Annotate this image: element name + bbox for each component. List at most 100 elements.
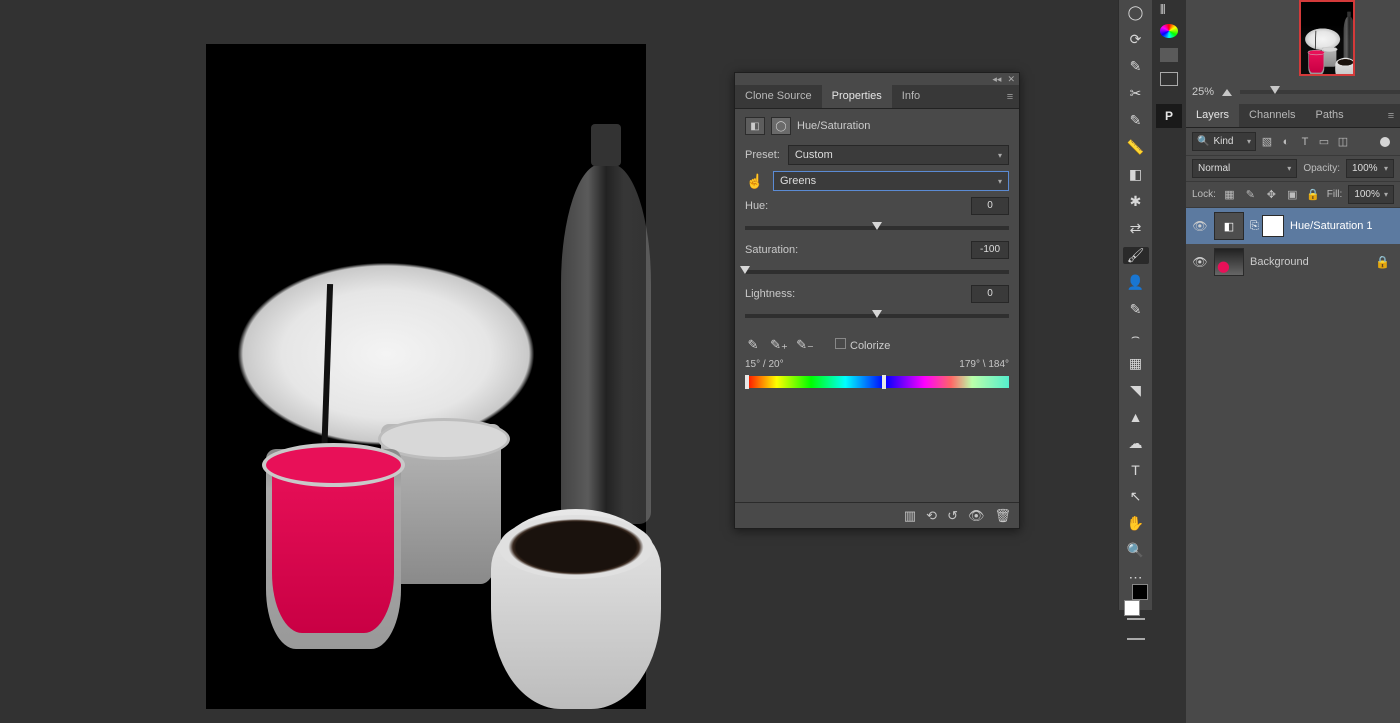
zoom-slider[interactable] bbox=[1240, 90, 1400, 94]
teardrop-icon[interactable]: ⌢ bbox=[1127, 328, 1145, 345]
filter-type-icon[interactable]: T bbox=[1297, 134, 1313, 150]
tab-info[interactable]: Info bbox=[892, 85, 930, 108]
eyedropper-icon[interactable]: ✎ bbox=[1127, 112, 1145, 129]
brush-icon[interactable]: 🖌 bbox=[1123, 247, 1149, 264]
hand-icon[interactable]: ✋ bbox=[1127, 515, 1145, 532]
tab-layers[interactable]: Layers bbox=[1186, 104, 1239, 127]
lock-position-icon[interactable]: ✥ bbox=[1264, 187, 1279, 203]
background-color-swatch[interactable] bbox=[1132, 584, 1148, 600]
reset-icon[interactable]: ↺ bbox=[947, 508, 958, 524]
marquee-ellipse-icon[interactable]: ◯ bbox=[1127, 4, 1145, 21]
lightness-input[interactable]: 0 bbox=[971, 285, 1009, 303]
filter-toggle[interactable] bbox=[1380, 137, 1390, 147]
visibility-icon[interactable]: 👁 bbox=[1192, 219, 1208, 233]
range-high-label: 179° \ 184° bbox=[959, 359, 1009, 370]
screen-mode-icon[interactable] bbox=[1127, 638, 1145, 640]
lock-artboard-icon[interactable]: ▣ bbox=[1285, 187, 1300, 203]
filter-shape-icon[interactable]: ▭ bbox=[1316, 134, 1332, 150]
eyedropper-plus-icon[interactable]: ✎₊ bbox=[771, 337, 787, 353]
visibility-icon[interactable]: 👁 bbox=[1192, 255, 1208, 269]
lock-row: Lock: ▦ ✎ ✥ ▣ 🔒 Fill: 100%▾ bbox=[1186, 182, 1400, 208]
patch-icon[interactable]: ◧ bbox=[1127, 166, 1145, 183]
close-icon[interactable]: ✕ bbox=[1007, 74, 1015, 85]
lock-icon: 🔒 bbox=[1375, 255, 1390, 269]
layer-filter-kind-select[interactable]: 🔍 Kind ▾ bbox=[1192, 132, 1256, 151]
view-previous-icon[interactable]: ⟲ bbox=[926, 508, 937, 524]
pin-icon[interactable]: ◥ bbox=[1127, 382, 1145, 399]
layer-name[interactable]: Background bbox=[1250, 256, 1309, 268]
targeted-hand-icon[interactable]: ☝ bbox=[745, 172, 765, 190]
clip-icon[interactable]: ▥ bbox=[904, 508, 916, 524]
gear-icon[interactable]: ✱ bbox=[1127, 193, 1145, 210]
magnetic-lasso-icon[interactable]: ✎ bbox=[1127, 58, 1145, 75]
navigator-thumbnail[interactable] bbox=[1299, 0, 1355, 76]
crop-icon[interactable]: ✂ bbox=[1127, 85, 1145, 102]
lock-all-icon[interactable]: 🔒 bbox=[1306, 187, 1321, 203]
opacity-label: Opacity: bbox=[1303, 163, 1340, 174]
zoom-icon[interactable]: 🔍 bbox=[1127, 542, 1145, 559]
lock-pixels-icon[interactable]: ✎ bbox=[1243, 187, 1258, 203]
foreground-color-swatch[interactable] bbox=[1124, 600, 1140, 616]
adjustment-layer-thumb[interactable]: ◧ bbox=[1214, 212, 1244, 240]
swap-icon[interactable]: ⇄ bbox=[1127, 220, 1145, 237]
swatches-panel-icon[interactable] bbox=[1160, 48, 1178, 62]
layer-name[interactable]: Hue/Saturation 1 bbox=[1290, 220, 1373, 232]
zoom-out-icon[interactable] bbox=[1222, 89, 1232, 96]
cursor-icon[interactable]: ↖ bbox=[1127, 488, 1145, 505]
saturation-input[interactable]: -100 bbox=[971, 241, 1009, 259]
quick-mask-icon[interactable] bbox=[1127, 618, 1145, 620]
layer-thumb[interactable] bbox=[1214, 248, 1244, 276]
adjustment-title: Hue/Saturation bbox=[797, 120, 870, 132]
saturation-slider[interactable] bbox=[745, 265, 1009, 279]
opacity-value: 100% bbox=[1352, 163, 1378, 174]
lightness-slider[interactable] bbox=[745, 309, 1009, 323]
colorize-checkbox[interactable]: Colorize bbox=[835, 338, 890, 352]
hue-input[interactable]: 0 bbox=[971, 197, 1009, 215]
color-range-slider[interactable] bbox=[745, 376, 1009, 388]
lock-transparent-icon[interactable]: ▦ bbox=[1222, 187, 1237, 203]
collapse-icon[interactable]: ◂◂ bbox=[992, 74, 1001, 85]
filter-adjust-icon[interactable]: ◐ bbox=[1278, 134, 1294, 150]
tools-vertical-strip: ◯ ⟳ ✎ ✂ ✎ 📏 ◧ ✱ ⇄ 🖌 👤 ✎ ⌢ ▦ ◥ ▲ ☁ T ↖ ✋ … bbox=[1118, 0, 1152, 610]
layer-mask-thumb[interactable] bbox=[1262, 215, 1284, 237]
mask-icon[interactable]: ◯ bbox=[771, 117, 791, 135]
tab-properties[interactable]: Properties bbox=[822, 85, 892, 108]
delete-icon[interactable]: 🗑 bbox=[994, 508, 1011, 524]
image-pink-cup bbox=[266, 449, 401, 649]
eyedropper-icon[interactable]: ✎ bbox=[745, 337, 761, 353]
pencil-icon[interactable]: ✎ bbox=[1127, 301, 1145, 318]
square-icon[interactable]: ▦ bbox=[1127, 355, 1145, 372]
triangle-icon[interactable]: ▲ bbox=[1127, 409, 1145, 425]
tab-clone-source[interactable]: Clone Source bbox=[735, 85, 822, 108]
panel-icon[interactable] bbox=[1160, 72, 1178, 86]
document-canvas[interactable] bbox=[206, 44, 646, 709]
panel-menu-icon[interactable]: ≡ bbox=[1382, 104, 1400, 127]
hue-slider[interactable] bbox=[745, 221, 1009, 235]
eyedropper-minus-icon[interactable]: ✎₋ bbox=[797, 337, 813, 353]
cloud-icon[interactable]: ☁ bbox=[1127, 435, 1145, 452]
opacity-input[interactable]: 100%▾ bbox=[1346, 159, 1394, 178]
blend-mode-select[interactable]: Normal▾ bbox=[1192, 159, 1297, 178]
ruler-icon[interactable]: 📏 bbox=[1127, 139, 1145, 156]
panel-menu-icon[interactable]: ≡ bbox=[1001, 85, 1019, 108]
fill-input[interactable]: 100%▾ bbox=[1348, 185, 1394, 204]
person-icon[interactable]: 👤 bbox=[1127, 274, 1145, 291]
histogram-icon[interactable]: ⫴ bbox=[1160, 2, 1178, 16]
fill-value: 100% bbox=[1354, 189, 1380, 200]
adjustment-icon[interactable]: ◧ bbox=[745, 117, 765, 135]
text-icon[interactable]: T bbox=[1127, 462, 1145, 478]
layer-row[interactable]: 👁 Background 🔒 bbox=[1186, 244, 1400, 280]
tab-channels[interactable]: Channels bbox=[1239, 104, 1305, 127]
preset-select[interactable]: Custom▾ bbox=[788, 145, 1009, 165]
navigator-panel: 25% bbox=[1186, 0, 1400, 104]
paragraph-icon[interactable]: P bbox=[1156, 104, 1182, 128]
visibility-icon[interactable]: 👁 bbox=[968, 508, 985, 524]
kind-select-label: Kind bbox=[1213, 136, 1233, 147]
filter-smart-icon[interactable]: ◫ bbox=[1335, 134, 1351, 150]
layer-row[interactable]: 👁 ◧ ⎘ Hue/Saturation 1 bbox=[1186, 208, 1400, 244]
lasso-icon[interactable]: ⟳ bbox=[1127, 31, 1145, 48]
color-wheel-icon[interactable] bbox=[1160, 24, 1178, 38]
tab-paths[interactable]: Paths bbox=[1306, 104, 1354, 127]
color-channel-select[interactable]: Greens▾ bbox=[773, 171, 1009, 191]
filter-pixel-icon[interactable]: ▧ bbox=[1259, 134, 1275, 150]
